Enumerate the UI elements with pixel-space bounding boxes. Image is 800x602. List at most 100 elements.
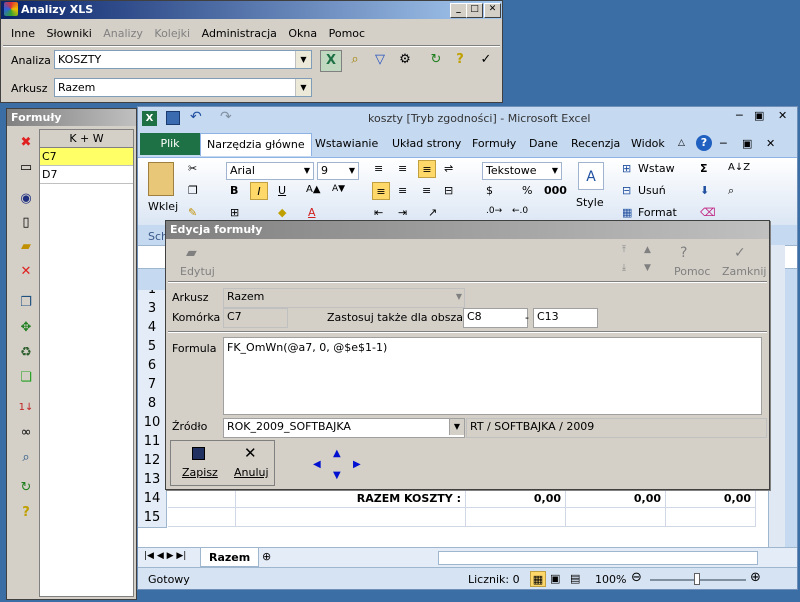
cell-code[interactable] [168,508,236,527]
format-label[interactable]: Format [638,206,677,219]
outdent-icon[interactable]: ⇥ [398,206,407,219]
move-up-top-icon[interactable]: ⤒ [622,245,626,255]
orientation-icon[interactable]: ↗ [428,206,437,219]
currency-icon[interactable]: $ [486,184,493,197]
quick-save-icon[interactable] [166,111,180,125]
save-disk-icon[interactable] [192,447,205,460]
underline-icon[interactable]: U [278,184,286,197]
doc-restore-icon[interactable]: ▣ [742,137,752,150]
analiza-select[interactable]: KOSZTY ▼ [54,50,312,69]
redo-icon[interactable]: ↷ [220,109,232,125]
help-icon[interactable]: ? [450,50,470,70]
excel-minimize-icon[interactable]: ─ [736,109,743,122]
delete-icon[interactable]: ✕ [16,262,36,282]
wrap-text-icon[interactable]: ⇌ [444,162,453,175]
excel-export-icon[interactable]: X [320,50,342,72]
cancel-x-icon[interactable]: ✕ [244,444,257,462]
source-select[interactable]: ROK_2009_SOFTBAJKA ▼ [223,418,465,438]
excel-help-icon[interactable]: ? [696,135,712,151]
search-analysis-icon[interactable]: ⌕ [345,50,365,70]
sheet-nav-icons[interactable]: |◀ ◀ ▶ ▶| [144,551,186,561]
paste-label[interactable]: Wklej [148,200,178,213]
chevron-down-icon[interactable]: ▼ [295,51,311,68]
insert-label[interactable]: Wstaw [638,162,675,175]
excel-close-icon[interactable]: ✕ [778,109,787,122]
help-icon[interactable]: ? [16,503,36,523]
align-top-icon[interactable]: ≡ [374,162,383,175]
borders-icon[interactable]: ⊞ [230,206,239,219]
bold-icon[interactable]: B [230,184,238,197]
styles-label[interactable]: Style [576,196,604,209]
cell-value[interactable]: 0,00 [466,489,566,508]
tab-formuly[interactable]: Formuły [470,133,518,155]
cell-code[interactable] [168,489,236,508]
font-color-icon[interactable]: A [308,206,316,219]
chevron-down-icon[interactable]: ▼ [304,163,310,179]
maximize-button[interactable]: □ [466,3,483,18]
cell-value[interactable]: 0,00 [666,489,756,508]
fill-color-icon[interactable]: ◆ [278,206,286,219]
formulas-column-header[interactable]: K + W [40,130,133,148]
nav-down-icon[interactable]: ▼ [333,470,341,481]
paste-icon[interactable] [148,162,174,196]
tab-narzedzia-glowne[interactable]: Narzędzia główne [200,133,312,156]
indent-icon[interactable]: ⇤ [374,206,383,219]
tab-dane[interactable]: Dane [527,133,560,155]
insert-cells-icon[interactable]: ⊞ [622,162,631,175]
tab-recenzja[interactable]: Recenzja [569,133,622,155]
help-button[interactable]: Pomoc [674,265,710,278]
delete-label[interactable]: Usuń [638,184,666,197]
formula-textarea[interactable]: FK_OmWn(@a7, 0, @$e$1-1) [223,337,762,415]
fill-icon[interactable]: ⬇ [700,184,709,197]
filter-icon[interactable]: ▽ [370,50,390,70]
doc-minimize-icon[interactable]: ─ [720,137,727,150]
menu-analizy[interactable]: Analizy [103,27,143,40]
duplicate-icon[interactable]: ❏ [16,368,36,388]
shrink-font-icon[interactable]: A▼ [332,184,345,194]
align-right-icon[interactable]: ≡ [422,184,431,197]
horizontal-scrollbar[interactable] [438,551,758,565]
area-from-input[interactable]: C8 [463,308,528,328]
align-center-icon[interactable]: ≡ [398,184,407,197]
chevron-down-icon[interactable]: ▼ [552,163,558,179]
list-item[interactable]: D7 [40,166,133,184]
cell-value[interactable]: 0,00 [566,489,666,508]
menu-slowniki[interactable]: Słowniki [46,27,91,40]
menu-inne[interactable]: Inne [11,27,35,40]
align-left-icon[interactable]: ≡ [372,182,390,200]
tab-widok[interactable]: Widok [629,133,667,155]
font-size-select[interactable]: 9 ▼ [317,162,359,180]
sort-filter-icon[interactable]: A↓Z [728,162,750,173]
chevron-down-icon[interactable]: ▼ [349,163,355,179]
italic-icon[interactable]: I [250,182,268,200]
merge-icon[interactable]: ⊟ [444,184,453,197]
sheet-tab-razem[interactable]: Razem [200,548,260,567]
nav-right-icon[interactable]: ▶ [353,459,361,470]
sort-icon[interactable]: 1↓ [16,398,36,418]
decrease-decimal-icon[interactable]: ←.0 [512,206,528,216]
delete-cells-icon[interactable]: ⊟ [622,184,631,197]
move-icon[interactable]: ✥ [16,318,36,338]
move-down-icon[interactable]: ▼ [644,263,651,273]
clear-icon[interactable]: ⌫ [700,206,716,219]
tab-plik[interactable]: Plik [140,133,200,155]
confirm-check-icon[interactable]: ✓ [476,50,496,70]
grow-font-icon[interactable]: A▲ [306,184,321,195]
delete-red-icon[interactable]: ✖ [16,133,36,153]
minimize-button[interactable]: _ [450,3,467,18]
menu-pomoc[interactable]: Pomoc [329,27,365,40]
area-to-input[interactable]: C13 [533,308,598,328]
page-layout-icon[interactable]: ▣ [550,572,560,585]
dialog-arkusz-select[interactable]: Razem ▼ [223,288,465,308]
cut-icon[interactable]: ✂ [188,162,197,175]
nav-left-icon[interactable]: ◀ [313,459,321,470]
cell-value[interactable] [466,508,566,527]
cell-name[interactable] [236,508,466,527]
window-icon[interactable]: ▭ [16,158,36,178]
arkusz-select[interactable]: Razem ▼ [54,78,312,97]
percent-icon[interactable]: % [522,184,532,197]
zoom-level[interactable]: 100% [595,573,626,586]
align-middle-icon[interactable]: ≡ [398,162,407,175]
chevron-down-icon[interactable]: ▼ [456,289,462,305]
close-button[interactable]: ✕ [484,3,501,18]
